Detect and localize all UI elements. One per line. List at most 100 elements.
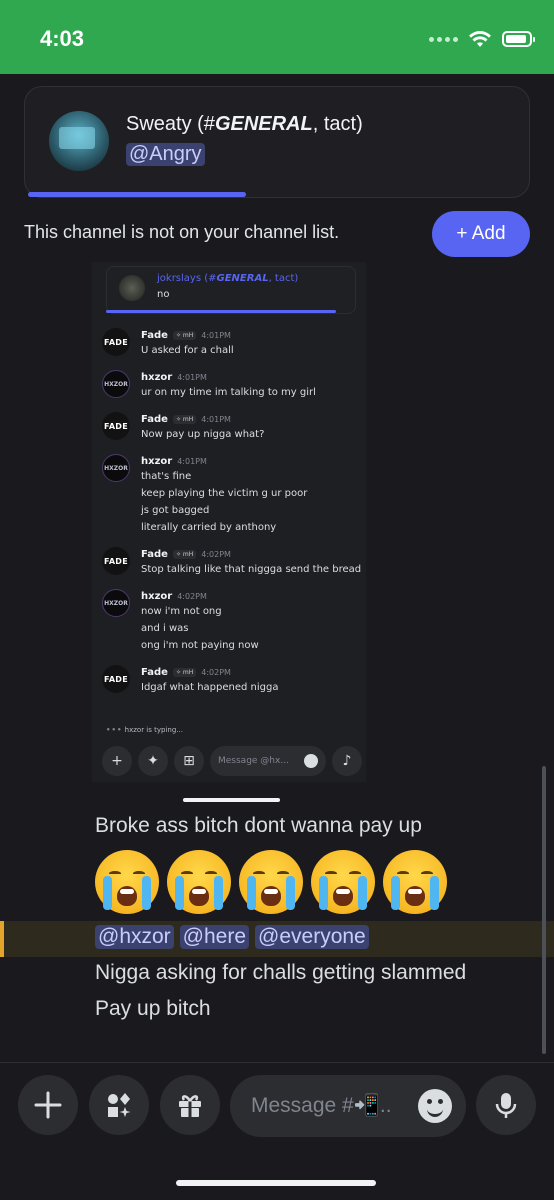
embedded-reply-progress	[106, 310, 336, 313]
embedded-author: Fade	[141, 666, 168, 678]
embedded-author: Fade	[141, 329, 168, 341]
embedded-message-line: and i was	[141, 623, 189, 634]
embedded-message-list: FADE Fade ✧ mH 4:01PM U asked for a chall HXZ…	[102, 328, 362, 707]
message-text-line-1: Broke ass bitch dont wanna pay up	[95, 814, 422, 837]
mention-everyone[interactable]: @everyone	[255, 925, 369, 949]
status-icons	[429, 30, 535, 48]
embedded-role-tag: ✧ mH	[172, 414, 197, 424]
status-time: 4:03	[40, 26, 85, 51]
microphone-icon	[495, 1093, 517, 1118]
embedded-reply-card: jokrslays (#GENERAL, tact) no	[106, 266, 356, 314]
embedded-message-line: Now pay up nigga what?	[141, 429, 265, 440]
embedded-message: FADE Fade ✧ mH 4:01PM U asked for a chall	[102, 328, 362, 359]
loudly-crying-emoji	[95, 850, 159, 914]
status-bar: 4:03	[0, 0, 554, 74]
message-input-placeholder: Message #📲..	[251, 1094, 392, 1117]
embedded-role-tag: ✧ mH	[172, 667, 197, 677]
embedded-timestamp: 4:01PM	[177, 456, 207, 466]
embedded-author: hxzor	[141, 455, 173, 467]
message-text-line-3: Pay up bitch	[95, 997, 211, 1020]
embedded-timestamp: 4:02PM	[177, 591, 207, 601]
embedded-composer: + ✦ ⊞ Message @hx... ♪	[102, 746, 362, 776]
apps-button[interactable]	[89, 1075, 149, 1135]
embedded-avatar: HXZOR	[102, 589, 130, 617]
embedded-message: FADE Fade ✧ mH 4:02PM Stop talking like that…	[102, 547, 362, 578]
emoji-icon[interactable]	[418, 1089, 452, 1123]
embedded-message-line: keep playing the victim g ur poor	[141, 488, 308, 499]
embedded-avatar: FADE	[102, 665, 130, 693]
loudly-crying-emoji	[311, 850, 375, 914]
reference-avatar	[49, 111, 109, 171]
apps-icon	[108, 1093, 131, 1117]
cellular-signal-icon	[429, 36, 458, 42]
embedded-message-line: U asked for a chall	[141, 345, 234, 356]
embedded-avatar: HXZOR	[102, 454, 130, 482]
embedded-reply-text: no	[157, 289, 170, 300]
embedded-timestamp: 4:01PM	[201, 414, 231, 424]
embedded-message: FADE Fade ✧ mH 4:01PM Now pay up nigga what?	[102, 412, 362, 443]
message-composer: Message #📲..	[0, 1075, 554, 1139]
plus-icon	[34, 1091, 62, 1119]
embedded-message-line: literally carried by anthony	[141, 522, 277, 533]
embedded-message-line: now i'm not ong	[141, 606, 222, 617]
embedded-avatar: FADE	[102, 412, 130, 440]
embedded-message: HXZOR hxzor 4:01PM ur on my time im talking…	[102, 370, 362, 401]
embedded-avatar: FADE	[102, 547, 130, 575]
embedded-apps-icon: ✦	[138, 746, 168, 776]
loudly-crying-emoji	[239, 850, 303, 914]
embedded-message-line: ur on my time im talking to my girl	[141, 387, 316, 398]
reference-progress-bar	[28, 192, 246, 197]
embedded-plus-icon: +	[102, 746, 132, 776]
forwarded-message-card[interactable]: Sweaty (#GENERAL, tact) @Angry	[24, 86, 530, 198]
scrollbar[interactable]	[542, 766, 546, 1054]
battery-icon	[502, 31, 535, 47]
wifi-icon	[469, 31, 491, 47]
embedded-author: Fade	[141, 548, 168, 560]
embedded-avatar: HXZOR	[102, 370, 130, 398]
reference-mention[interactable]: @Angry	[126, 143, 205, 166]
embedded-message-line: js got bagged	[141, 505, 210, 516]
message-input[interactable]: Message #📲..	[230, 1075, 466, 1137]
voice-message-button[interactable]	[476, 1075, 536, 1135]
embedded-message-line: Stop talking like that niggga send the b…	[141, 564, 362, 575]
embedded-emoji-icon	[304, 754, 318, 768]
embedded-gift-icon: ⊞	[174, 746, 204, 776]
attach-plus-button[interactable]	[18, 1075, 78, 1135]
embedded-reply-avatar	[119, 275, 145, 301]
embedded-timestamp: 4:01PM	[177, 372, 207, 382]
reference-title: Sweaty (#GENERAL, tact)	[126, 113, 363, 135]
embedded-message-line: Idgaf what happened nigga	[141, 682, 279, 693]
embedded-timestamp: 4:01PM	[201, 330, 231, 340]
embedded-message-input: Message @hx...	[210, 746, 326, 776]
mention-hxzor[interactable]: @hxzor	[95, 925, 174, 949]
embedded-typing-indicator: ••• hxzor is typing...	[106, 726, 183, 734]
embedded-message: HXZOR hxzor 4:02PM now i'm not ong and i was…	[102, 589, 362, 654]
loudly-crying-emoji	[167, 850, 231, 914]
embedded-message: FADE Fade ✧ mH 4:02PM Idgaf what happened ni…	[102, 665, 362, 696]
embedded-avatar: FADE	[102, 328, 130, 356]
embedded-message: HXZOR hxzor 4:01PM that's fine keep playing …	[102, 454, 362, 536]
loudly-crying-emoji	[383, 850, 447, 914]
message-text-line-2: Nigga asking for challs getting slammed	[95, 961, 467, 984]
embedded-author: hxzor	[141, 590, 173, 602]
image-attachment[interactable]: jokrslays (#GENERAL, tact) no FADE Fade ✧ …	[92, 262, 366, 782]
embedded-home-indicator	[183, 798, 280, 802]
embedded-timestamp: 4:02PM	[201, 667, 231, 677]
embedded-role-tag: ✧ mH	[172, 330, 197, 340]
emoji-row	[95, 850, 447, 914]
mention-here[interactable]: @here	[179, 925, 250, 949]
embedded-author: Fade	[141, 413, 168, 425]
embedded-message-line: ong i'm not paying now	[141, 640, 259, 651]
embedded-microphone-icon: ♪	[332, 746, 362, 776]
embedded-timestamp: 4:02PM	[201, 549, 231, 559]
embedded-role-tag: ✧ mH	[172, 549, 197, 559]
add-channel-button[interactable]: + Add	[432, 211, 530, 257]
home-indicator	[176, 1180, 376, 1186]
gift-button[interactable]	[160, 1075, 220, 1135]
mention-list: @hxzor @here @everyone	[95, 925, 369, 949]
channel-notice-text: This channel is not on your channel list…	[24, 222, 340, 242]
embedded-author: hxzor	[141, 371, 173, 383]
embedded-reply-name: jokrslays (#GENERAL, tact)	[157, 273, 299, 284]
gift-icon	[179, 1095, 201, 1117]
composer-divider	[0, 1062, 554, 1063]
